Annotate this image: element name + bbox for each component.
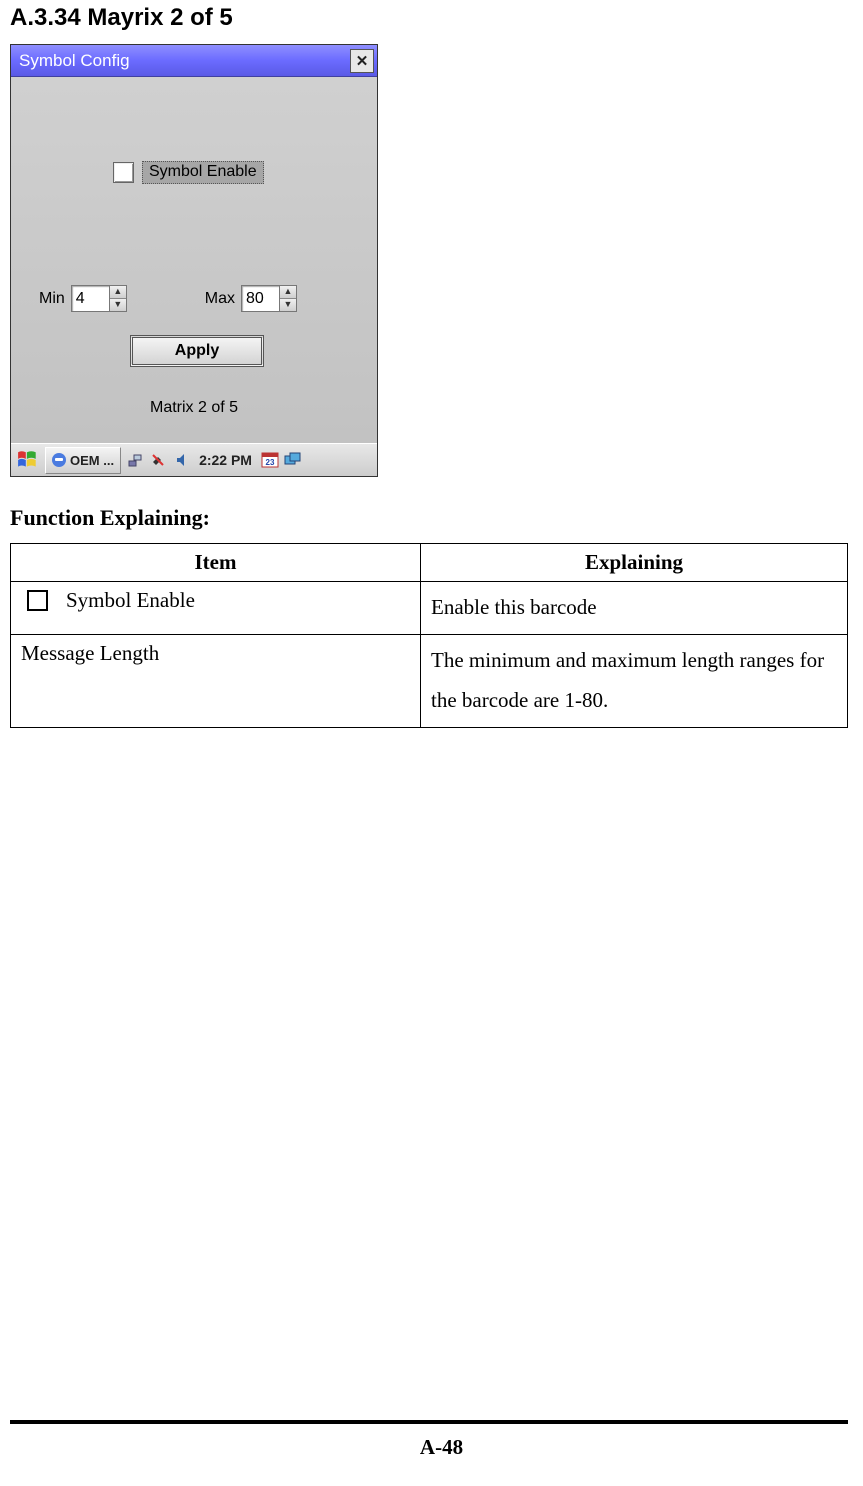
config-footer-label: Matrix 2 of 5 xyxy=(11,399,377,417)
max-label: Max xyxy=(205,290,235,308)
min-max-row: Min 4 ▲ ▼ Max 80 ▲ ▼ xyxy=(39,285,357,312)
up-arrow-icon[interactable]: ▲ xyxy=(280,286,296,299)
min-spinner-arrows[interactable]: ▲ ▼ xyxy=(109,285,127,312)
system-tray: 2:22 PM 23 xyxy=(126,451,302,469)
down-arrow-icon[interactable]: ▼ xyxy=(280,299,296,311)
up-arrow-icon[interactable]: ▲ xyxy=(110,286,126,299)
plug-disconnected-icon[interactable] xyxy=(149,451,167,469)
start-button[interactable] xyxy=(14,447,42,474)
min-spinner[interactable]: 4 ▲ ▼ xyxy=(71,285,127,312)
min-label: Min xyxy=(39,290,65,308)
down-arrow-icon[interactable]: ▼ xyxy=(110,299,126,311)
window-title: Symbol Config xyxy=(19,51,130,71)
min-value[interactable]: 4 xyxy=(71,285,109,312)
col-item-header: Item xyxy=(11,544,421,582)
symbol-enable-checkbox[interactable] xyxy=(113,162,134,183)
col-explain-header: Explaining xyxy=(421,544,848,582)
function-table: Item Explaining Symbol Enable Enable thi… xyxy=(10,543,848,728)
desktop-icon[interactable] xyxy=(284,451,302,469)
close-icon: ✕ xyxy=(356,52,369,70)
table-row: Message Length The minimum and maximum l… xyxy=(11,634,848,727)
item-cell: Symbol Enable xyxy=(11,582,421,635)
table-row: Symbol Enable Enable this barcode xyxy=(11,582,848,635)
item-cell: Message Length xyxy=(11,634,421,727)
max-spinner[interactable]: 80 ▲ ▼ xyxy=(241,285,297,312)
explain-cell: Enable this barcode xyxy=(421,582,848,635)
page-rule xyxy=(10,1420,848,1424)
windows-flag-icon xyxy=(17,449,39,471)
taskbar-clock[interactable]: 2:22 PM xyxy=(199,452,252,468)
function-explaining-heading: Function Explaining: xyxy=(10,505,853,531)
max-spinner-arrows[interactable]: ▲ ▼ xyxy=(279,285,297,312)
volume-icon[interactable] xyxy=(172,451,190,469)
window-titlebar: Symbol Config ✕ xyxy=(11,45,377,77)
explain-cell: The minimum and maximum length ranges fo… xyxy=(421,634,848,727)
oem-icon xyxy=(52,453,66,467)
device-screenshot: Symbol Config ✕ Symbol Enable Min 4 ▲ ▼ … xyxy=(10,44,378,477)
max-value[interactable]: 80 xyxy=(241,285,279,312)
taskbar: OEM ... 2:22 PM 23 xyxy=(11,443,377,476)
svg-text:23: 23 xyxy=(266,458,275,467)
item-text: Symbol Enable xyxy=(66,588,195,613)
apply-button[interactable]: Apply xyxy=(130,335,264,367)
checkbox-icon xyxy=(27,590,48,611)
section-heading: A.3.34 Mayrix 2 of 5 xyxy=(10,0,853,32)
window-client-area: Symbol Enable Min 4 ▲ ▼ Max 80 ▲ ▼ Apply xyxy=(11,77,377,443)
close-button[interactable]: ✕ xyxy=(350,49,374,73)
calendar-icon[interactable]: 23 xyxy=(261,451,279,469)
symbol-enable-row: Symbol Enable xyxy=(113,161,264,184)
page-number: A-48 xyxy=(10,1435,863,1460)
taskbar-app-button[interactable]: OEM ... xyxy=(45,447,121,474)
network-icon[interactable] xyxy=(126,451,144,469)
taskbar-app-label: OEM ... xyxy=(70,453,114,468)
symbol-enable-label: Symbol Enable xyxy=(142,161,264,184)
table-header-row: Item Explaining xyxy=(11,544,848,582)
